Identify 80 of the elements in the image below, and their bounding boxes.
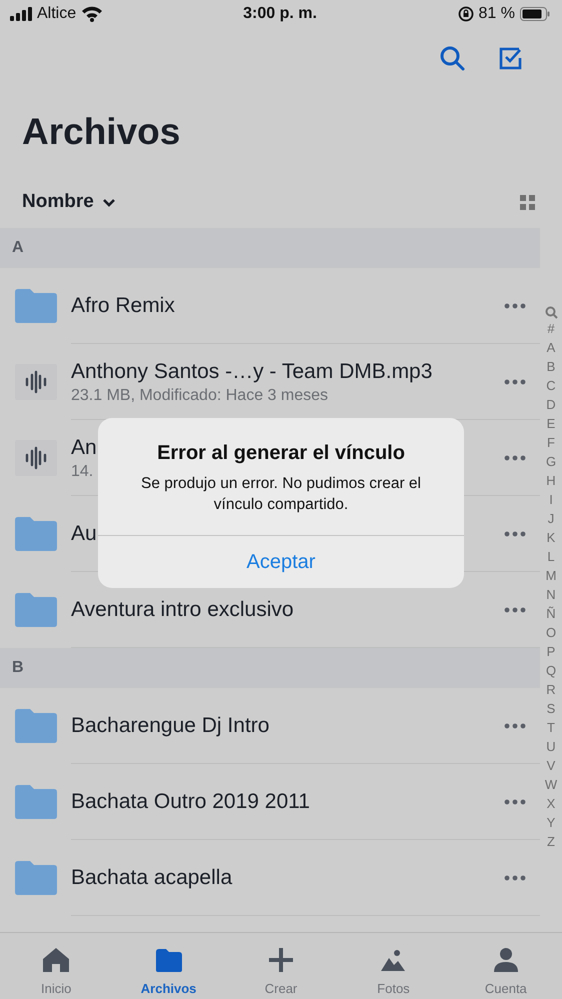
grid-view-icon[interactable] <box>520 194 535 210</box>
tab[interactable]: Fotos <box>337 933 450 999</box>
index-letter[interactable]: W <box>544 775 558 794</box>
select-checkbox-icon[interactable] <box>499 46 523 70</box>
folder-icon <box>15 593 57 627</box>
more-icon[interactable] <box>504 607 526 613</box>
file-name: Au <box>71 522 97 546</box>
folder-icon <box>15 289 57 323</box>
tab[interactable]: Cuenta <box>450 933 562 999</box>
index-letter[interactable]: D <box>546 395 556 414</box>
page-title: Archivos <box>21 110 182 154</box>
index-letter[interactable]: Z <box>547 832 555 851</box>
clock-time: 3:00 p. m. <box>243 5 317 23</box>
signal-icon <box>10 7 32 21</box>
index-letter[interactable]: C <box>546 376 556 395</box>
index-letter[interactable]: P <box>546 642 556 661</box>
folder-icon <box>154 946 184 974</box>
sort-button[interactable]: Nombre <box>22 191 116 213</box>
file-details: 23.1 MB, Modificado: Hace 3 meses <box>71 386 328 404</box>
folder-icon <box>15 517 57 551</box>
folder-icon <box>15 861 57 895</box>
index-letter[interactable]: K <box>546 528 556 547</box>
index-letter[interactable]: Y <box>546 813 556 832</box>
index-letter[interactable]: E <box>546 414 556 433</box>
alert-title: Error al generar el vínculo <box>157 442 405 465</box>
index-letter[interactable]: H <box>546 471 556 490</box>
index-letter[interactable]: U <box>546 737 556 756</box>
index-letter[interactable]: V <box>546 756 556 775</box>
index-letter[interactable]: O <box>546 623 556 642</box>
file-name: Bachata Outro 2019 2011 <box>71 790 310 814</box>
file-name: Bacharengue Dj Intro <box>71 714 270 738</box>
file-name: Bachata acapella <box>71 866 232 890</box>
index-letter[interactable]: I <box>549 490 553 509</box>
index-letter[interactable]: # <box>547 319 555 338</box>
file-details: 14. <box>71 462 94 480</box>
more-icon[interactable] <box>504 799 526 805</box>
folder-icon <box>15 709 57 743</box>
rotation-lock-icon <box>458 6 474 22</box>
battery-icon <box>520 7 550 21</box>
section-letter: B <box>12 659 24 677</box>
audio-file-icon <box>15 440 57 476</box>
file-name: An <box>71 436 97 460</box>
file-name: Aventura intro exclusivo <box>71 598 294 622</box>
index-letter[interactable]: G <box>546 452 556 471</box>
tab[interactable]: Inicio <box>0 933 112 999</box>
index-letter[interactable]: Ñ <box>546 604 556 623</box>
more-icon[interactable] <box>504 531 526 537</box>
more-icon[interactable] <box>504 455 526 461</box>
tab[interactable]: Crear <box>224 933 338 999</box>
more-icon[interactable] <box>504 303 526 309</box>
index-letter[interactable]: Q <box>546 661 556 680</box>
file-name: Afro Remix <box>71 294 175 318</box>
index-letter[interactable]: S <box>546 699 556 718</box>
index-letter[interactable]: A <box>546 338 556 357</box>
wifi-icon <box>81 6 104 22</box>
home-icon <box>41 946 72 974</box>
index-letter[interactable]: B <box>546 357 556 376</box>
index-letter[interactable]: F <box>547 433 555 452</box>
index-letter[interactable]: T <box>547 718 555 737</box>
search-icon[interactable] <box>439 45 465 71</box>
index-letter[interactable]: X <box>546 794 556 813</box>
battery-percent: 81 % <box>478 5 515 23</box>
folder-icon <box>15 785 57 819</box>
file-name: Anthony Santos -…y - Team DMB.mp3 <box>71 360 432 384</box>
carrier-name: Altice <box>37 5 76 23</box>
alert-message: Se produjo un error. No pudimos crear el vínculo compartido. <box>140 474 422 515</box>
index-letter[interactable]: M <box>546 566 556 585</box>
more-icon[interactable] <box>504 875 526 881</box>
caret-icon <box>102 198 116 206</box>
audio-file-icon <box>15 364 57 400</box>
search-icon[interactable] <box>544 306 558 319</box>
index-letter[interactable]: L <box>547 547 555 566</box>
index-letter[interactable]: R <box>546 680 556 699</box>
index-letter[interactable]: J <box>548 509 554 528</box>
more-icon[interactable] <box>504 379 526 385</box>
section-letter: A <box>12 239 24 257</box>
accept-button[interactable]: Aceptar <box>98 536 464 588</box>
more-icon[interactable] <box>504 723 526 729</box>
tab[interactable]: Archivos <box>112 933 225 999</box>
index-letter[interactable]: N <box>546 585 556 604</box>
